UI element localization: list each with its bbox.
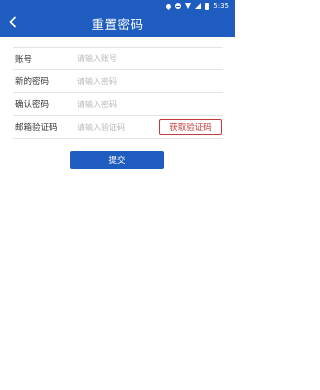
status-bar: 5:35: [0, 0, 235, 12]
page-title: 重置密码: [91, 17, 144, 32]
submit-button[interactable]: 提交: [70, 151, 164, 169]
email-code-input[interactable]: [77, 118, 157, 136]
location-icon: [165, 2, 173, 10]
confirm-password-label: 确认密码: [15, 100, 50, 110]
dnd-icon: [175, 3, 182, 9]
email-code-label: 邮箱验证码: [15, 123, 58, 133]
account-input[interactable]: [77, 49, 223, 68]
new-password-label: 新的密码: [15, 77, 50, 87]
get-code-button[interactable]: 获取验证码: [159, 119, 222, 135]
signal-icon: [195, 3, 202, 9]
confirm-password-row: 确认密码: [13, 93, 223, 116]
app-header: 5:35 重置密码: [0, 0, 235, 37]
status-time: 5:35: [213, 2, 229, 10]
account-label: 账号: [15, 54, 33, 65]
account-row: 账号: [13, 47, 223, 70]
new-password-input[interactable]: [77, 72, 223, 90]
wifi-icon: [185, 3, 192, 9]
confirm-password-input[interactable]: [77, 95, 223, 113]
reset-password-form: 账号 新的密码 确认密码 邮箱验证码 获取验证码: [13, 47, 223, 139]
new-password-row: 新的密码: [13, 70, 223, 93]
battery-icon: [205, 2, 210, 10]
email-code-row: 邮箱验证码 获取验证码: [13, 116, 223, 139]
